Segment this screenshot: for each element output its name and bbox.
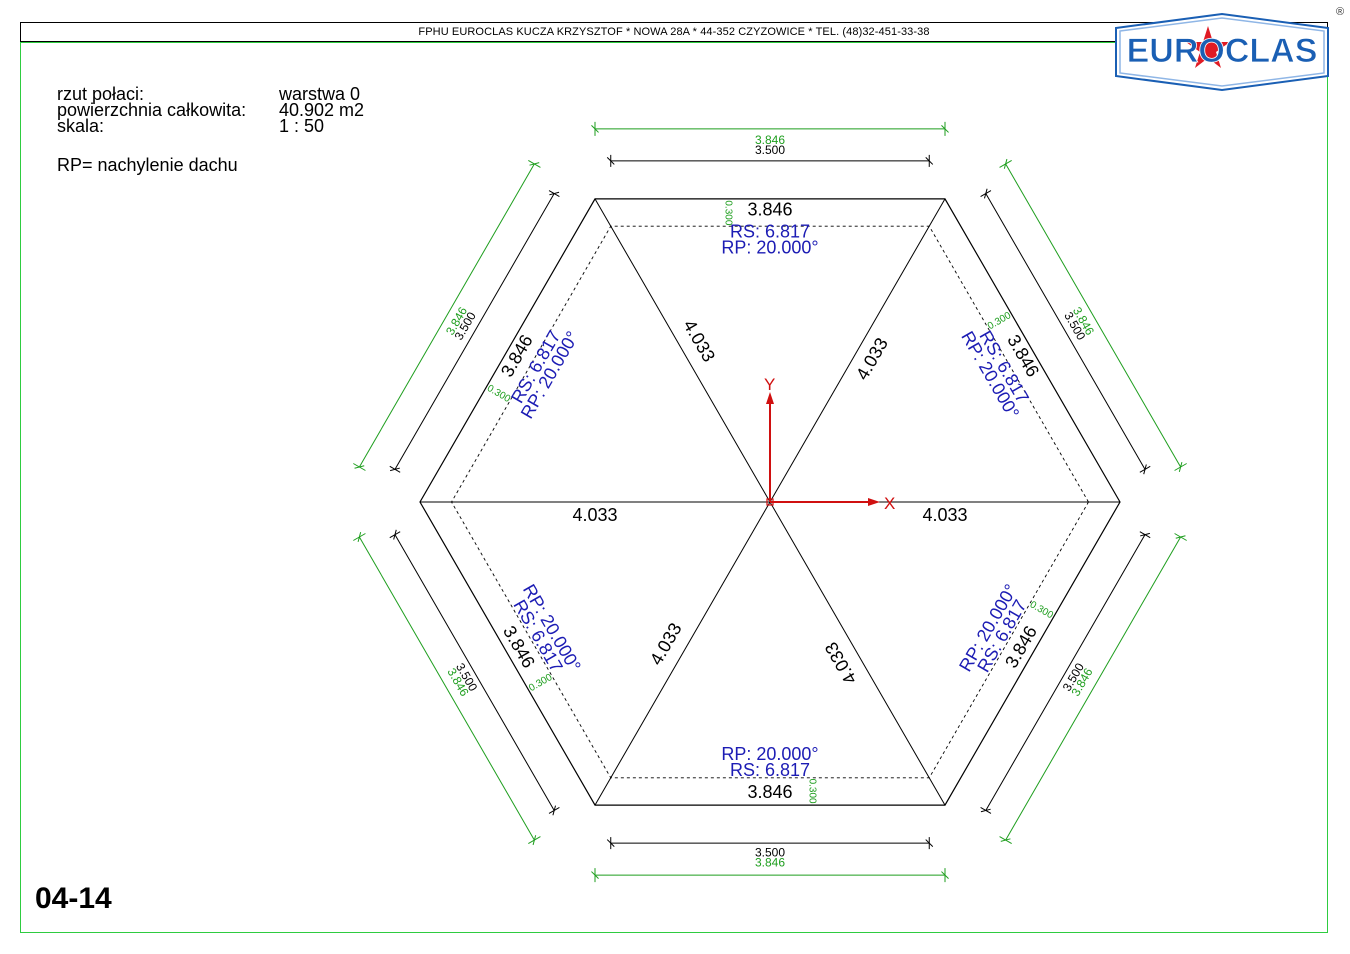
ridge-length-label: 4.033 — [572, 505, 617, 525]
edge-length-label: 3.846 — [747, 200, 792, 220]
rp-annotation: RP: 20.000° — [721, 238, 818, 258]
rp-annotation: RP: 20.000° — [721, 744, 818, 764]
axis-layer: XY — [764, 375, 895, 513]
ridge-length-label: 4.033 — [646, 619, 686, 668]
y-axis-label: Y — [764, 375, 775, 394]
dimension-line-outer — [1005, 536, 1182, 841]
ridge-length-label: 4.033 — [679, 316, 719, 365]
overhang-label: 0.300 — [986, 310, 1014, 332]
dimension-line-outer — [358, 163, 535, 468]
x-axis-arrowhead — [868, 498, 880, 506]
dimension-label-outer: 3.846 — [755, 133, 785, 147]
dimension-line-outer — [358, 536, 535, 841]
dimension-line-inner — [985, 534, 1146, 811]
x-axis-label: X — [884, 494, 895, 513]
overhang-label: 0.300 — [1028, 599, 1056, 621]
overhang-label: 0.300 — [527, 672, 555, 694]
drawing-sheet: FPHU EUROCLAS KUCZA KRZYSZTOF * NOWA 28A… — [0, 0, 1350, 954]
dimension-line-inner — [985, 193, 1146, 470]
roof-plan-drawing: 3.5003.8463.5003.8463.5003.8463.5003.846… — [353, 121, 1187, 883]
overhang-label: 0.300 — [722, 200, 733, 225]
edge-length-label: 3.846 — [747, 782, 792, 802]
dimension-line-outer — [1005, 163, 1182, 468]
dimension-line-inner — [394, 534, 555, 811]
ridge-length-label: 4.033 — [852, 334, 892, 383]
ridge-length-label: 4.033 — [821, 639, 861, 688]
dimension-label-outer: 3.846 — [755, 855, 785, 869]
overhang-label: 0.300 — [485, 383, 513, 405]
ridge-length-label: 4.033 — [922, 505, 967, 525]
overhang-label: 0.300 — [806, 779, 817, 804]
dimension-line-inner — [394, 193, 555, 470]
